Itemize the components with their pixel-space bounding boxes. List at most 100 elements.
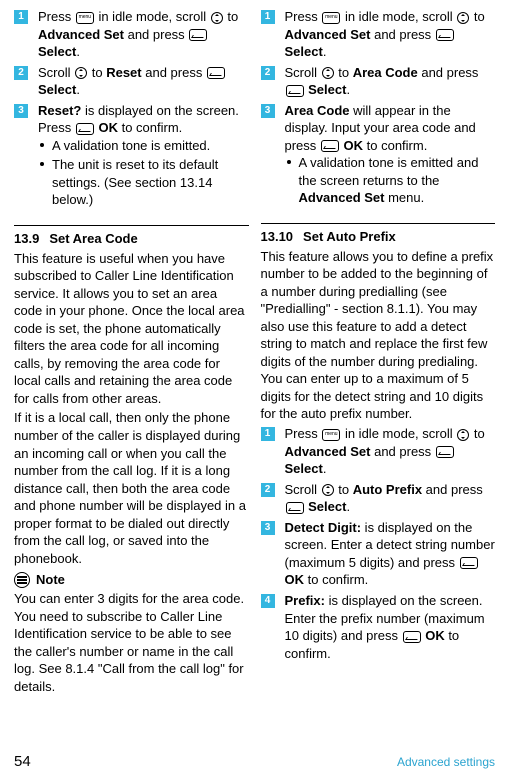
text: Press — [38, 120, 75, 135]
text: is displayed on the screen. — [81, 103, 239, 118]
bullet-icon — [40, 162, 44, 166]
softkey-icon — [321, 140, 339, 152]
paragraph: This feature is useful when you have sub… — [14, 250, 249, 408]
section-title: Set Auto Prefix — [303, 229, 396, 244]
bold-text: OK — [344, 138, 364, 153]
softkey-icon — [286, 502, 304, 514]
text: . — [346, 82, 350, 97]
bullet-icon — [287, 160, 291, 164]
paragraph: This feature allows you to define a pref… — [261, 248, 496, 423]
nav-icon — [457, 12, 469, 24]
section-number: 13.9 — [14, 231, 39, 246]
bold-text: Reset — [106, 65, 141, 80]
section-number: 13.10 — [261, 229, 294, 244]
step-1-left: 1 Press menu in idle mode, scroll to Adv… — [14, 8, 249, 61]
softkey-icon — [403, 631, 421, 643]
nav-icon — [322, 484, 334, 496]
text: . — [76, 82, 80, 97]
step-1-right: 1 Press menu in idle mode, scroll to Adv… — [261, 8, 496, 61]
bullet: A validation tone is emitted and the scr… — [287, 154, 496, 207]
step-number: 1 — [14, 10, 28, 24]
step-number: 3 — [261, 521, 275, 535]
text: in idle mode, scroll — [95, 9, 210, 24]
footer-label: Advanced settings — [397, 754, 495, 770]
bullet-text: A validation tone is emitted and the scr… — [299, 154, 496, 207]
section-heading: 13.10 Set Auto Prefix — [261, 228, 496, 246]
text: Scroll — [285, 482, 321, 497]
bold-text: OK — [285, 572, 305, 587]
bold-text: Select — [308, 499, 346, 514]
paragraph: If it is a local call, then only the pho… — [14, 409, 249, 567]
bold-text: Prefix: — [285, 593, 325, 608]
step-body: Prefix: is displayed on the screen. Ente… — [285, 592, 496, 662]
step-number: 1 — [261, 10, 275, 24]
step-body: Press menu in idle mode, scroll to Advan… — [285, 425, 496, 478]
menu-icon: menu — [76, 12, 94, 24]
bullet-text: The unit is reset to its default setting… — [52, 156, 249, 209]
text: to — [470, 9, 484, 24]
bold-text: Select — [308, 82, 346, 97]
text: and press — [124, 27, 188, 42]
nav-icon — [322, 67, 334, 79]
step-number: 2 — [261, 483, 275, 497]
text: to — [470, 426, 484, 441]
step-body: Scroll to Auto Prefix and press Select. — [285, 481, 496, 516]
text: and press — [370, 444, 434, 459]
step-number: 3 — [14, 104, 28, 118]
bold-text: Area Code — [353, 65, 418, 80]
page-columns: 1 Press menu in idle mode, scroll to Adv… — [14, 8, 495, 697]
text: Scroll — [38, 65, 74, 80]
text: to confirm. — [304, 572, 368, 587]
step-3-right: 3 Area Code will appear in the display. … — [261, 102, 496, 209]
section-title: Set Area Code — [49, 231, 137, 246]
bold-text: Area Code — [285, 103, 350, 118]
step-body: Detect Digit: is displayed on the screen… — [285, 519, 496, 589]
menu-icon: menu — [322, 12, 340, 24]
text: and press — [422, 482, 483, 497]
step-4-right-sec: 4 Prefix: is displayed on the screen. En… — [261, 592, 496, 662]
section-rule — [14, 225, 249, 226]
step-3-right-sec: 3 Detect Digit: is displayed on the scre… — [261, 519, 496, 589]
nav-icon — [211, 12, 223, 24]
step-number: 2 — [14, 66, 28, 80]
text: in idle mode, scroll — [341, 426, 456, 441]
step-body: Reset? is displayed on the screen. Press… — [38, 102, 249, 211]
bullet-text: A validation tone is emitted. — [52, 137, 249, 155]
step-number: 4 — [261, 594, 275, 608]
text: to — [88, 65, 106, 80]
step-2-left: 2 Scroll to Reset and press Select. — [14, 64, 249, 99]
section-heading: 13.9 Set Area Code — [14, 230, 249, 248]
step-number: 3 — [261, 104, 275, 118]
bold-text: OK — [425, 628, 445, 643]
step-body: Press menu in idle mode, scroll to Advan… — [38, 8, 249, 61]
nav-icon — [457, 429, 469, 441]
softkey-icon — [436, 29, 454, 41]
right-column: 1 Press menu in idle mode, scroll to Adv… — [261, 8, 496, 697]
bold-text: Advanced Set — [285, 27, 371, 42]
step-2-right-sec: 2 Scroll to Auto Prefix and press Select… — [261, 481, 496, 516]
bold-text: Select — [285, 461, 323, 476]
step-body: Scroll to Area Code and press Select. — [285, 64, 496, 99]
bold-text: Select — [38, 44, 76, 59]
note-text: You can enter 3 digits for the area code… — [14, 590, 249, 695]
text: Scroll — [285, 65, 321, 80]
step-body: Area Code will appear in the display. In… — [285, 102, 496, 209]
bold-text: Auto Prefix — [353, 482, 422, 497]
step-1-right-sec: 1 Press menu in idle mode, scroll to Adv… — [261, 425, 496, 478]
step-body: Press menu in idle mode, scroll to Advan… — [285, 8, 496, 61]
bold-text: Reset? — [38, 103, 81, 118]
step-3-left: 3 Reset? is displayed on the screen. Pre… — [14, 102, 249, 211]
page-number: 54 — [14, 752, 31, 772]
bold-text: Advanced Set — [299, 190, 385, 205]
softkey-icon — [189, 29, 207, 41]
text: . — [76, 44, 80, 59]
bold-text: OK — [98, 120, 118, 135]
text: Press — [285, 9, 322, 24]
text: and press — [142, 65, 206, 80]
text: Press — [38, 9, 75, 24]
note-icon — [14, 572, 30, 588]
bold-text: Advanced Set — [38, 27, 124, 42]
bold-text: Detect Digit: — [285, 520, 362, 535]
text: . — [323, 461, 327, 476]
softkey-icon — [286, 85, 304, 97]
